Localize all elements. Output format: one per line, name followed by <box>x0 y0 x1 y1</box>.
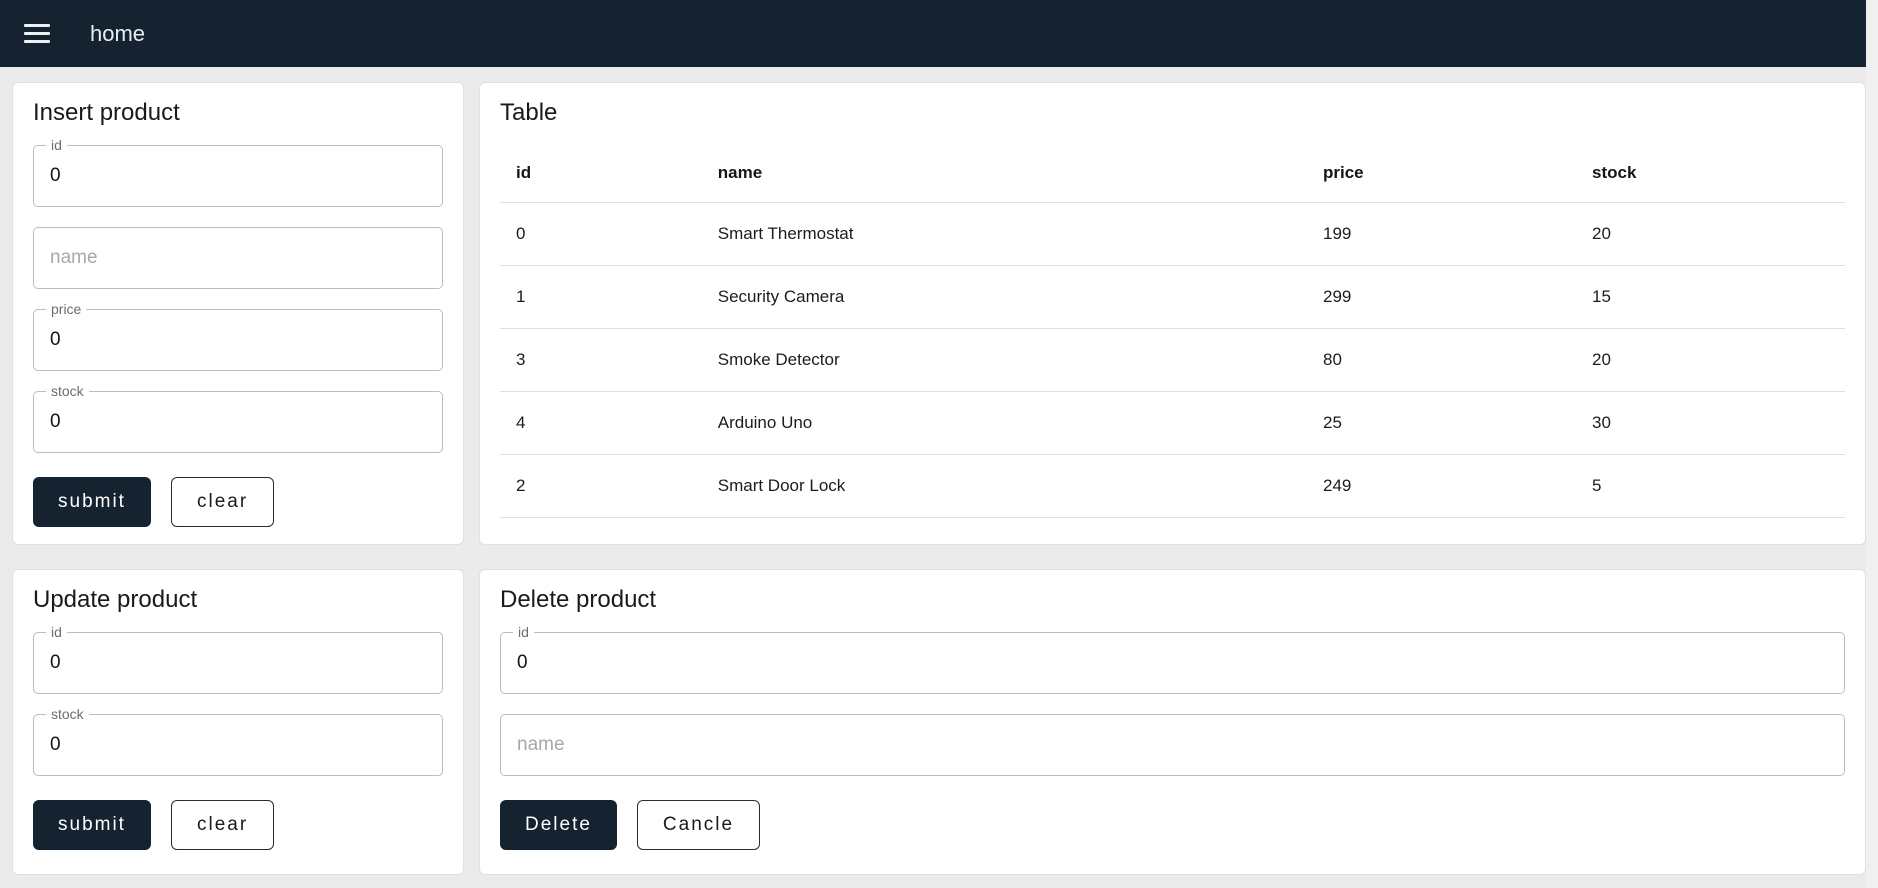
table-header: id name price stock <box>500 145 1845 203</box>
insert-id-input[interactable] <box>34 146 442 206</box>
table-cell-price: 249 <box>1307 454 1576 518</box>
delete-button-row: Delete Cancle <box>500 800 1845 850</box>
insert-price-label: price <box>46 302 87 316</box>
update-id-label: id <box>46 625 67 639</box>
table-cell-id: 3 <box>500 328 702 392</box>
table-cell-price: 299 <box>1307 265 1576 329</box>
delete-id-input[interactable] <box>501 633 1844 693</box>
table-cell-id: 2 <box>500 454 702 518</box>
insert-submit-button[interactable]: submit <box>33 477 151 527</box>
insert-name-input[interactable] <box>34 228 442 288</box>
insert-id-field[interactable]: id <box>33 138 443 207</box>
table-title: Table <box>500 99 558 126</box>
table-cell-price: 199 <box>1307 202 1576 266</box>
table-panel: Table id name price stock 0 Smart Thermos… <box>479 82 1866 545</box>
hamburger-bar <box>24 39 50 44</box>
app-bar: home <box>0 0 1878 67</box>
insert-stock-input[interactable] <box>34 392 442 452</box>
page-title: home <box>90 20 146 46</box>
delete-name-field[interactable] <box>500 714 1845 776</box>
insert-clear-button[interactable]: clear <box>170 477 275 527</box>
cancel-button[interactable]: Cancle <box>636 800 761 850</box>
update-stock-field[interactable]: stock <box>33 707 443 776</box>
table-cell-name: Security Camera <box>701 265 1307 329</box>
table-cell-id: 1 <box>500 265 702 329</box>
table-cell-stock: 20 <box>1576 328 1845 392</box>
update-id-field[interactable]: id <box>33 625 443 694</box>
table-cell-id: 0 <box>500 202 702 266</box>
insert-name-field[interactable] <box>33 227 443 289</box>
delete-button[interactable]: Delete <box>500 800 617 850</box>
table-header-price: price <box>1307 145 1576 203</box>
table-row: 3 Smoke Detector 80 20 <box>500 328 1845 392</box>
table-cell-name: Arduino Uno <box>701 391 1307 455</box>
table-cell-stock: 15 <box>1576 265 1845 329</box>
table-row: 4 Arduino Uno 25 30 <box>500 391 1845 455</box>
update-id-input[interactable] <box>34 633 442 693</box>
delete-product-panel: Delete product id Delete Cancle <box>479 569 1866 875</box>
delete-name-input[interactable] <box>501 715 1844 775</box>
table-cell-name: Smart Thermostat <box>701 202 1307 266</box>
scrollbar-track[interactable] <box>1866 0 1878 888</box>
update-stock-input[interactable] <box>34 715 442 775</box>
delete-id-field[interactable]: id <box>500 625 1845 694</box>
table-row: 0 Smart Thermostat 199 20 <box>500 202 1845 266</box>
table-row: 1 Security Camera 299 15 <box>500 265 1845 329</box>
delete-id-label: id <box>513 625 534 639</box>
update-button-row: submit clear <box>33 800 443 850</box>
table-header-id: id <box>500 145 702 203</box>
table-cell-price: 80 <box>1307 328 1576 392</box>
insert-stock-field[interactable]: stock <box>33 384 443 453</box>
table-cell-name: Smart Door Lock <box>701 454 1307 518</box>
table-header-name: name <box>701 145 1307 203</box>
insert-product-panel: Insert product id price stock submit cle… <box>12 82 464 545</box>
table-cell-id: 4 <box>500 391 702 455</box>
table-cell-stock: 30 <box>1576 391 1845 455</box>
hamburger-menu-icon[interactable] <box>24 18 54 50</box>
table-body: 0 Smart Thermostat 199 20 1 Security Camera 29… <box>500 202 1845 518</box>
table-header-row: id name price stock <box>500 145 1845 203</box>
update-clear-button[interactable]: clear <box>170 800 275 850</box>
main-content: Insert product id price stock submit cle… <box>0 67 1878 888</box>
table-header-stock: stock <box>1576 145 1845 203</box>
update-product-title: Update product <box>33 586 198 613</box>
update-product-panel: Update product id stock submit clear <box>12 569 464 875</box>
products-table: id name price stock 0 Smart Thermostat 199… <box>500 145 1845 518</box>
insert-id-label: id <box>46 138 67 152</box>
insert-button-row: submit clear <box>33 477 443 527</box>
table-row: 2 Smart Door Lock 249 5 <box>500 454 1845 518</box>
update-stock-label: stock <box>46 707 89 721</box>
table-cell-stock: 5 <box>1576 454 1845 518</box>
delete-product-title: Delete product <box>500 586 657 613</box>
hamburger-bar <box>24 23 50 28</box>
table-cell-name: Smoke Detector <box>701 328 1307 392</box>
hamburger-bar <box>24 31 50 36</box>
insert-stock-label: stock <box>46 384 89 398</box>
update-submit-button[interactable]: submit <box>33 800 151 850</box>
insert-price-field[interactable]: price <box>33 302 443 371</box>
table-cell-stock: 20 <box>1576 202 1845 266</box>
insert-product-title: Insert product <box>33 99 180 126</box>
insert-price-input[interactable] <box>34 310 442 370</box>
table-cell-price: 25 <box>1307 391 1576 455</box>
